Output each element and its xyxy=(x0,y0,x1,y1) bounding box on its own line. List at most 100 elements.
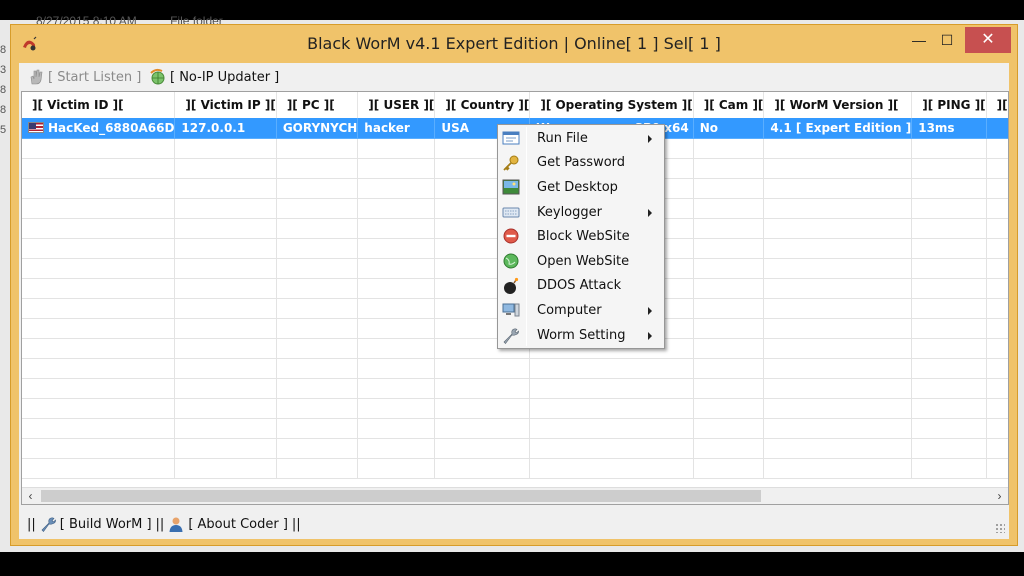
horizontal-scrollbar[interactable]: ‹ › xyxy=(22,487,1008,504)
empty-cell xyxy=(911,198,987,219)
empty-cell xyxy=(763,398,913,419)
empty-cell xyxy=(357,458,436,479)
empty-cell xyxy=(22,258,176,279)
wrench-icon xyxy=(503,328,519,344)
empty-cell xyxy=(986,358,1008,379)
scroll-right-icon[interactable]: › xyxy=(991,488,1008,504)
menu-item-keylogger[interactable]: Keylogger xyxy=(498,200,664,225)
empty-cell xyxy=(986,218,1008,239)
desktop-icon xyxy=(502,179,520,195)
usa-flag-icon xyxy=(28,121,44,133)
close-button[interactable]: ✕ xyxy=(965,27,1011,53)
user-icon xyxy=(169,517,183,532)
empty-cell xyxy=(22,418,176,439)
empty-cell xyxy=(911,318,987,339)
bomb-icon xyxy=(504,277,519,294)
empty-cell xyxy=(22,378,176,399)
empty-cell xyxy=(22,158,176,179)
about-coder-label: [ About Coder ] xyxy=(188,516,288,532)
menu-item-label: Run File xyxy=(537,130,588,146)
empty-cell xyxy=(693,338,765,359)
column-header-cam[interactable]: ][ Cam ][ xyxy=(693,92,765,118)
empty-cell xyxy=(276,318,359,339)
submenu-arrow-icon xyxy=(648,208,652,217)
menu-item-label: Computer xyxy=(537,302,602,318)
column-header-extra[interactable]: ][ A xyxy=(986,92,1008,118)
empty-cell xyxy=(22,398,176,419)
title-bar[interactable]: Black WorM v4.1 Expert Edition | Online[… xyxy=(11,25,1017,63)
empty-cell xyxy=(276,178,359,199)
menu-item-label: Keylogger xyxy=(537,204,602,220)
empty-cell xyxy=(357,238,436,259)
empty-cell xyxy=(357,258,436,279)
noip-updater-label: [ No-IP Updater ] xyxy=(170,69,280,85)
empty-cell xyxy=(763,218,913,239)
empty-cell xyxy=(174,438,277,459)
menu-item-open-website[interactable]: Open WebSite xyxy=(498,249,664,274)
menu-item-computer[interactable]: Computer xyxy=(498,298,664,323)
empty-cell xyxy=(763,238,913,259)
menu-item-worm-setting[interactable]: Worm Setting xyxy=(498,323,664,348)
empty-cell xyxy=(986,338,1008,359)
empty-cell xyxy=(911,258,987,279)
status-separator: || xyxy=(155,516,165,532)
maximize-button[interactable]: ☐ xyxy=(933,27,961,53)
empty-cell xyxy=(276,338,359,359)
column-header-os[interactable]: ][ Operating System ][ xyxy=(529,92,694,118)
about-coder-button[interactable]: [ About Coder ] xyxy=(168,516,288,532)
empty-cell xyxy=(693,258,765,279)
empty-cell xyxy=(357,378,436,399)
empty-cell xyxy=(434,398,531,419)
cell-extra xyxy=(986,118,1008,139)
column-header-country[interactable]: ][ Country ][ xyxy=(434,92,531,118)
noip-globe-icon xyxy=(150,68,165,85)
empty-cell xyxy=(763,298,913,319)
status-separator: || xyxy=(27,516,36,532)
menu-item-label: Open WebSite xyxy=(537,253,630,269)
empty-cell xyxy=(357,198,436,219)
empty-cell xyxy=(529,438,694,459)
empty-cell xyxy=(986,458,1008,479)
menu-item-get-password[interactable]: Get Password xyxy=(498,151,664,176)
empty-cell xyxy=(986,438,1008,459)
menu-item-block-website[interactable]: Block WebSite xyxy=(498,224,664,249)
run-file-icon xyxy=(502,131,520,145)
scroll-left-icon[interactable]: ‹ xyxy=(22,488,39,504)
minimize-button[interactable]: — xyxy=(905,27,933,53)
empty-cell xyxy=(276,138,359,159)
empty-cell xyxy=(174,198,277,219)
empty-cell xyxy=(763,338,913,359)
column-header-victim-ip[interactable]: ][ Victim IP ][ xyxy=(174,92,277,118)
empty-cell xyxy=(529,398,694,419)
column-header-pc[interactable]: ][ PC ][ xyxy=(276,92,359,118)
empty-cell xyxy=(529,418,694,439)
column-header-ping[interactable]: ][ PING ][ xyxy=(911,92,987,118)
empty-cell xyxy=(174,258,277,279)
noip-updater-button[interactable]: [ No-IP Updater ] xyxy=(149,67,279,87)
empty-cell xyxy=(693,198,765,219)
column-header-user[interactable]: ][ USER ][ xyxy=(357,92,436,118)
cell-user: hacker xyxy=(357,118,436,139)
empty-cell xyxy=(357,278,436,299)
empty-table-row xyxy=(22,438,1008,459)
resize-grip-icon[interactable] xyxy=(995,523,1005,533)
column-header-victim-id[interactable]: ][ Victim ID ][ xyxy=(22,92,176,118)
menu-item-get-desktop[interactable]: Get Desktop xyxy=(498,175,664,200)
empty-cell xyxy=(911,138,987,159)
build-worm-button[interactable]: [ Build WorM ] xyxy=(40,516,152,532)
column-header-worm-version[interactable]: ][ WorM Version ][ xyxy=(763,92,913,118)
empty-cell xyxy=(434,438,531,459)
menu-item-ddos-attack[interactable]: DDOS Attack xyxy=(498,274,664,299)
empty-cell xyxy=(911,398,987,419)
empty-cell xyxy=(22,198,176,219)
start-listen-button[interactable]: [ Start Listen ] xyxy=(27,67,141,87)
empty-cell xyxy=(763,378,913,399)
empty-cell xyxy=(693,278,765,299)
empty-cell xyxy=(911,178,987,199)
empty-cell xyxy=(911,218,987,239)
empty-cell xyxy=(911,438,987,459)
empty-cell xyxy=(276,378,359,399)
menu-item-run-file[interactable]: Run File xyxy=(498,126,664,151)
window-title: Black WorM v4.1 Expert Edition | Online[… xyxy=(307,34,721,53)
scrollbar-thumb[interactable] xyxy=(41,490,761,502)
